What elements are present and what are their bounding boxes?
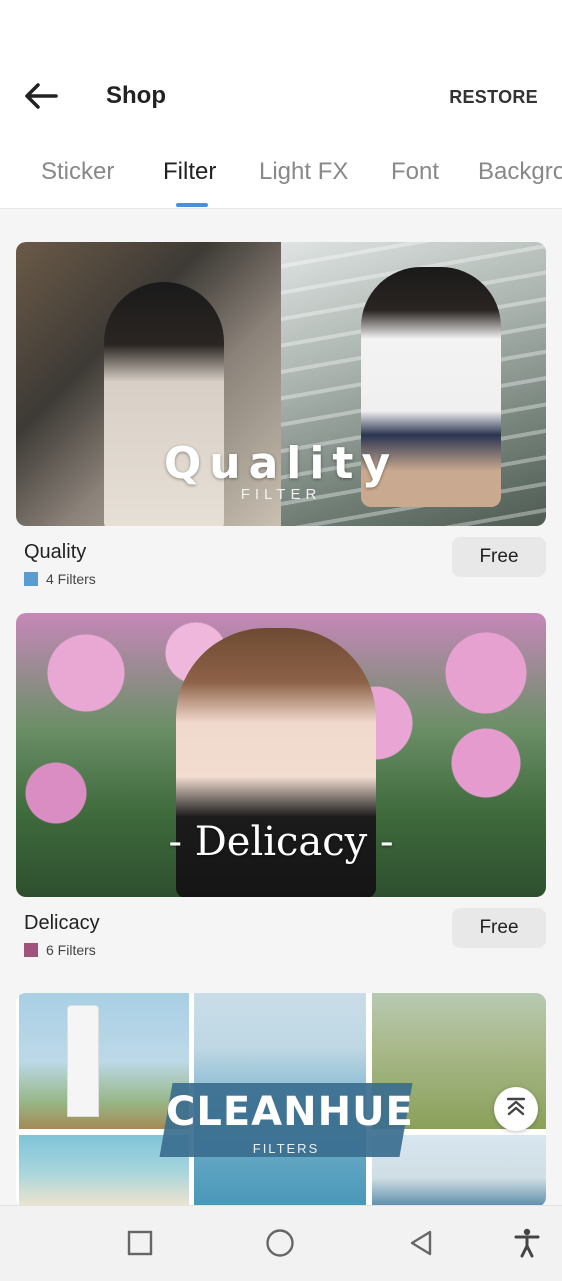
scroll-top-button[interactable] <box>494 1087 538 1131</box>
free-button[interactable]: Free <box>452 908 546 948</box>
accessibility-icon <box>514 1228 540 1263</box>
recents-button[interactable] <box>125 1230 155 1260</box>
item-name: Quality <box>24 541 87 563</box>
tab-font[interactable]: Font <box>391 158 439 186</box>
item-meta: 4 Filters <box>24 571 96 587</box>
home-button[interactable] <box>265 1228 295 1263</box>
filter-list: Quality FILTER Quality 4 Filters Free - … <box>0 209 562 1205</box>
restore-button[interactable]: RESTORE <box>449 87 538 108</box>
banner-title: CLEANHUE <box>166 1089 414 1135</box>
active-tab-indicator <box>176 203 208 207</box>
triangle-back-icon <box>408 1229 434 1262</box>
status-bar <box>0 0 562 56</box>
banner-title: - Delicacy - <box>168 819 394 865</box>
filter-count: 4 Filters <box>46 571 96 587</box>
page-title: Shop <box>106 82 166 109</box>
back-nav-button[interactable] <box>406 1230 436 1260</box>
app-header: Shop RESTORE <box>0 56 562 140</box>
circle-icon <box>265 1228 295 1263</box>
arrow-left-icon <box>24 82 58 114</box>
banner-subtitle: FILTERS <box>252 1141 320 1156</box>
tab-background[interactable]: Backgro <box>478 158 562 186</box>
square-icon <box>127 1230 153 1261</box>
banner-title: Quality <box>163 438 399 489</box>
cleanhue-banner-image[interactable]: CLEANHUE FILTERS <box>16 993 546 1205</box>
back-button[interactable] <box>20 78 62 118</box>
category-tabs: Sticker Filter Light FX Font Backgro <box>0 140 562 209</box>
color-swatch <box>24 572 38 586</box>
free-button[interactable]: Free <box>452 537 546 577</box>
color-swatch <box>24 943 38 957</box>
chevron-up-double-icon <box>505 1097 527 1122</box>
tab-filter[interactable]: Filter <box>163 158 216 186</box>
photo-tile <box>19 993 189 1129</box>
tab-sticker[interactable]: Sticker <box>41 158 114 186</box>
lighthouse-shape <box>67 1005 99 1117</box>
filter-count: 6 Filters <box>46 942 96 958</box>
tab-light-fx[interactable]: Light FX <box>259 158 348 186</box>
accessibility-button[interactable] <box>512 1228 542 1263</box>
item-name: Delicacy <box>24 912 100 934</box>
item-meta: 6 Filters <box>24 942 96 958</box>
delicacy-banner-image[interactable]: - Delicacy - <box>16 613 546 897</box>
banner-subtitle: FILTER <box>240 486 322 503</box>
quality-banner-image[interactable]: Quality FILTER <box>16 242 546 526</box>
system-nav-bar <box>0 1205 562 1281</box>
